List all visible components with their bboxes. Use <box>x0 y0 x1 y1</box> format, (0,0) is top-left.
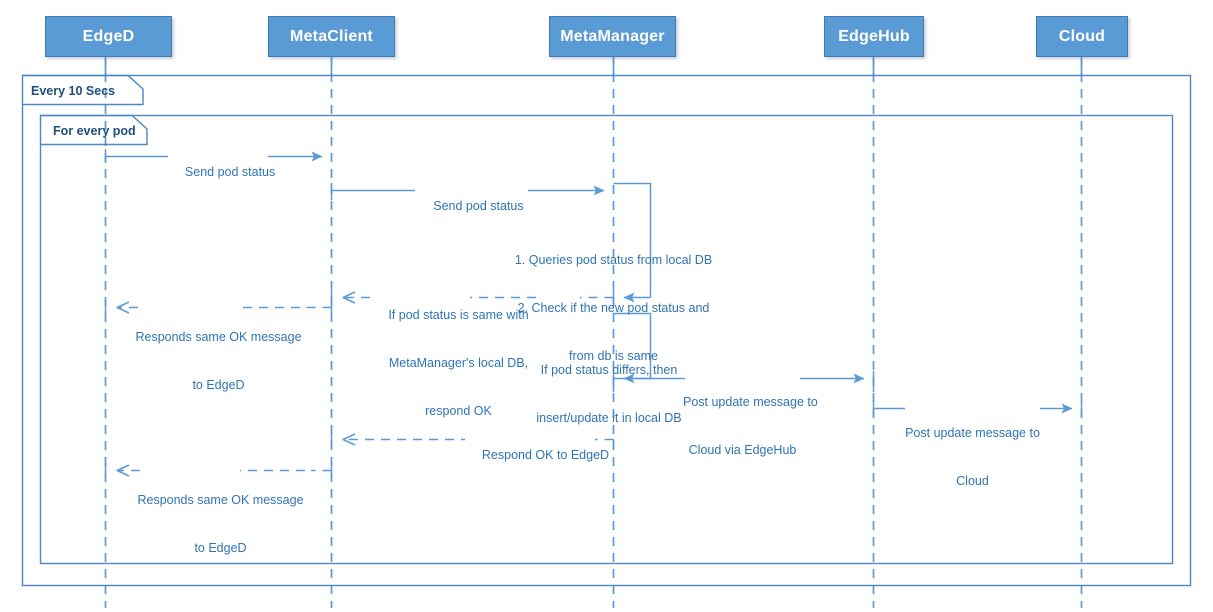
sequence-diagram: EdgeD MetaClient MetaManager EdgeHub Clo… <box>0 0 1213 612</box>
message-label-line: If pod status differs, then <box>540 363 678 377</box>
fragment-label-text: Every 10 Secs <box>31 83 116 98</box>
participant-label: Cloud <box>1058 27 1106 45</box>
message-label-line: If pod status is same with <box>388 308 529 322</box>
message-label-m8: Post update message to Cloud <box>900 393 1045 521</box>
message-label-line: Post update message to <box>683 394 818 410</box>
message-label-line: Respond OK to EdgeD <box>481 448 610 462</box>
fragment-label-text: For every pod <box>53 123 136 138</box>
message-label-line: Responds same OK message <box>136 492 305 508</box>
message-label-m7: Post update message to Cloud via EdgeHub <box>680 362 818 490</box>
message-label-line: Cloud <box>956 474 989 488</box>
message-label-line: insert/update it in local DB <box>536 411 682 425</box>
participant-cloud[interactable]: Cloud <box>1036 16 1128 57</box>
message-label-line: Cloud via EdgeHub <box>688 443 797 457</box>
message-label-m10: Responds same OK message to EdgeD <box>133 460 308 588</box>
message-label-line: Send pod status <box>433 199 524 213</box>
message-label-line: to EdgeD <box>192 378 245 392</box>
fragment-label-every-10-secs: Every 10 Secs <box>23 78 133 103</box>
message-label-m1: Send pod status <box>168 148 275 196</box>
message-label-line: Responds same OK message <box>134 329 303 345</box>
participant-label: EdgeHub <box>838 27 910 45</box>
message-label-line: to EdgeD <box>194 541 247 555</box>
participant-label: EdgeD <box>82 27 135 45</box>
participant-metaclient[interactable]: MetaClient <box>268 16 395 57</box>
message-label-line: Send pod status <box>184 165 276 179</box>
participant-edged[interactable]: EdgeD <box>45 16 172 57</box>
message-label-line: Post update message to <box>903 425 1042 441</box>
participant-label: MetaManager <box>560 27 665 45</box>
participant-label: MetaClient <box>290 27 373 45</box>
fragment-label-for-every-pod: For every pod <box>45 118 155 143</box>
message-label-m5: Responds same OK message to EdgeD <box>131 297 306 425</box>
participant-edgehub[interactable]: EdgeHub <box>824 16 924 57</box>
message-label-m9: Respond OK to EdgeD <box>465 431 609 479</box>
participant-metamanager[interactable]: MetaManager <box>549 16 676 57</box>
message-label-line: 1. Queries pod status from local DB <box>514 253 713 267</box>
